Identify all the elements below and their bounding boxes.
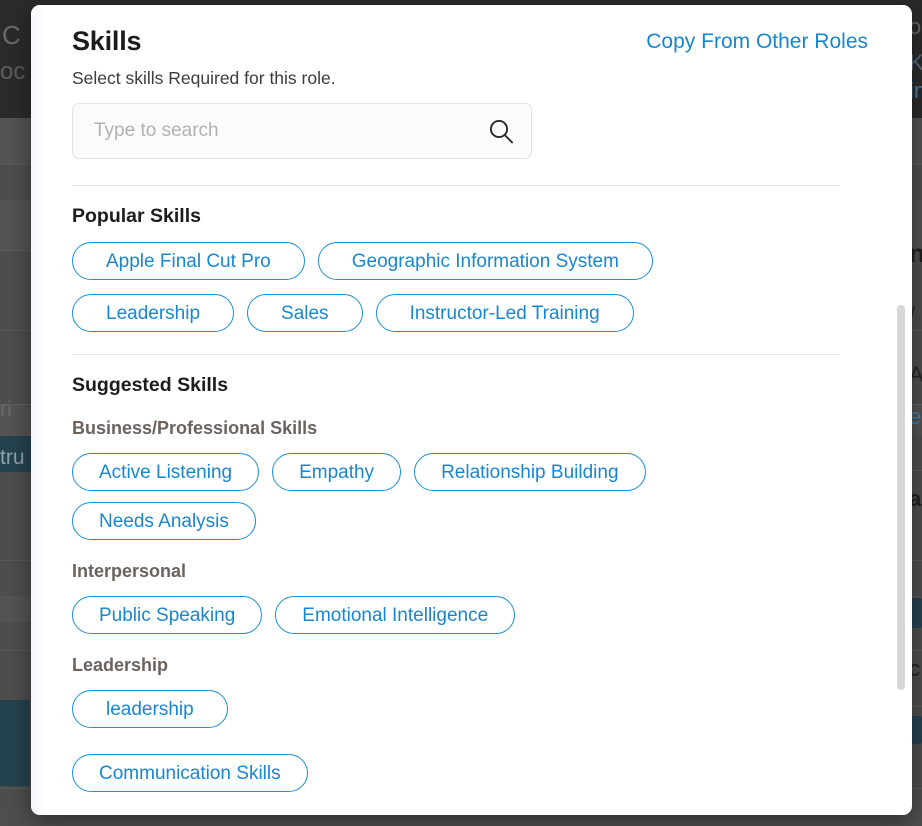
backdrop-left-text: tru xyxy=(0,446,25,469)
skill-chip[interactable]: Active Listening xyxy=(72,453,260,492)
suggested-skills-heading: Suggested Skills xyxy=(72,374,229,397)
extra-skill-chips: Communication Skills xyxy=(72,754,868,793)
group-chips-business: Active Listening Empathy Relationship Bu… xyxy=(72,453,868,492)
modal-subtitle: Select skills Required for this role. xyxy=(72,68,336,89)
divider-middle xyxy=(72,354,840,356)
search-input[interactable] xyxy=(72,103,532,160)
skills-modal-body: Skills Copy From Other Roles Select skil… xyxy=(31,5,912,815)
popular-skills-chips: Apple Final Cut Pro Geographic Informati… xyxy=(72,242,868,281)
backdrop-left-text: ri xyxy=(0,398,12,421)
backdrop-chip xyxy=(0,700,30,786)
skill-chip[interactable]: Apple Final Cut Pro xyxy=(72,242,305,281)
modal-scrollbar-track[interactable] xyxy=(897,5,908,815)
group-label-interpersonal: Interpersonal xyxy=(72,561,187,582)
skill-chip[interactable]: Public Speaking xyxy=(72,596,263,635)
backdrop-topbar-subtext: oc xyxy=(0,58,26,85)
skills-search xyxy=(72,103,532,160)
group-chips-interpersonal: Public Speaking Emotional Intelligence xyxy=(72,596,868,635)
group-label-leadership: Leadership xyxy=(72,655,169,676)
search-icon[interactable] xyxy=(486,116,516,146)
skill-chip[interactable]: Leadership xyxy=(72,294,235,333)
skill-chip[interactable]: Needs Analysis xyxy=(72,502,256,541)
skill-chip[interactable]: Geographic Information System xyxy=(317,242,653,281)
divider-top xyxy=(72,185,840,187)
popular-skills-chips: Leadership Sales Instructor-Led Training xyxy=(72,294,868,333)
skills-modal: Skills Copy From Other Roles Select skil… xyxy=(31,5,912,815)
skill-chip[interactable]: leadership xyxy=(72,690,228,729)
page-title: Skills xyxy=(72,26,142,56)
skill-chip[interactable]: Relationship Building xyxy=(414,453,646,492)
modal-header: Skills Copy From Other Roles xyxy=(72,25,868,57)
group-chips-business: Needs Analysis xyxy=(72,502,868,541)
group-chips-leadership: leadership xyxy=(72,690,868,729)
skill-chip[interactable]: Communication Skills xyxy=(72,754,308,793)
popular-skills-heading: Popular Skills xyxy=(72,205,201,228)
skill-chip[interactable]: Emotional Intelligence xyxy=(275,596,516,635)
skill-chip[interactable]: Instructor-Led Training xyxy=(375,294,634,333)
backdrop-topbar-text: C xyxy=(2,20,22,50)
skill-chip[interactable]: Sales xyxy=(247,294,363,333)
copy-from-other-roles-link[interactable]: Copy From Other Roles xyxy=(646,28,868,56)
skill-chip[interactable]: Empathy xyxy=(272,453,402,492)
modal-scrollbar-thumb[interactable] xyxy=(897,305,905,690)
group-label-business: Business/Professional Skills xyxy=(72,418,318,439)
